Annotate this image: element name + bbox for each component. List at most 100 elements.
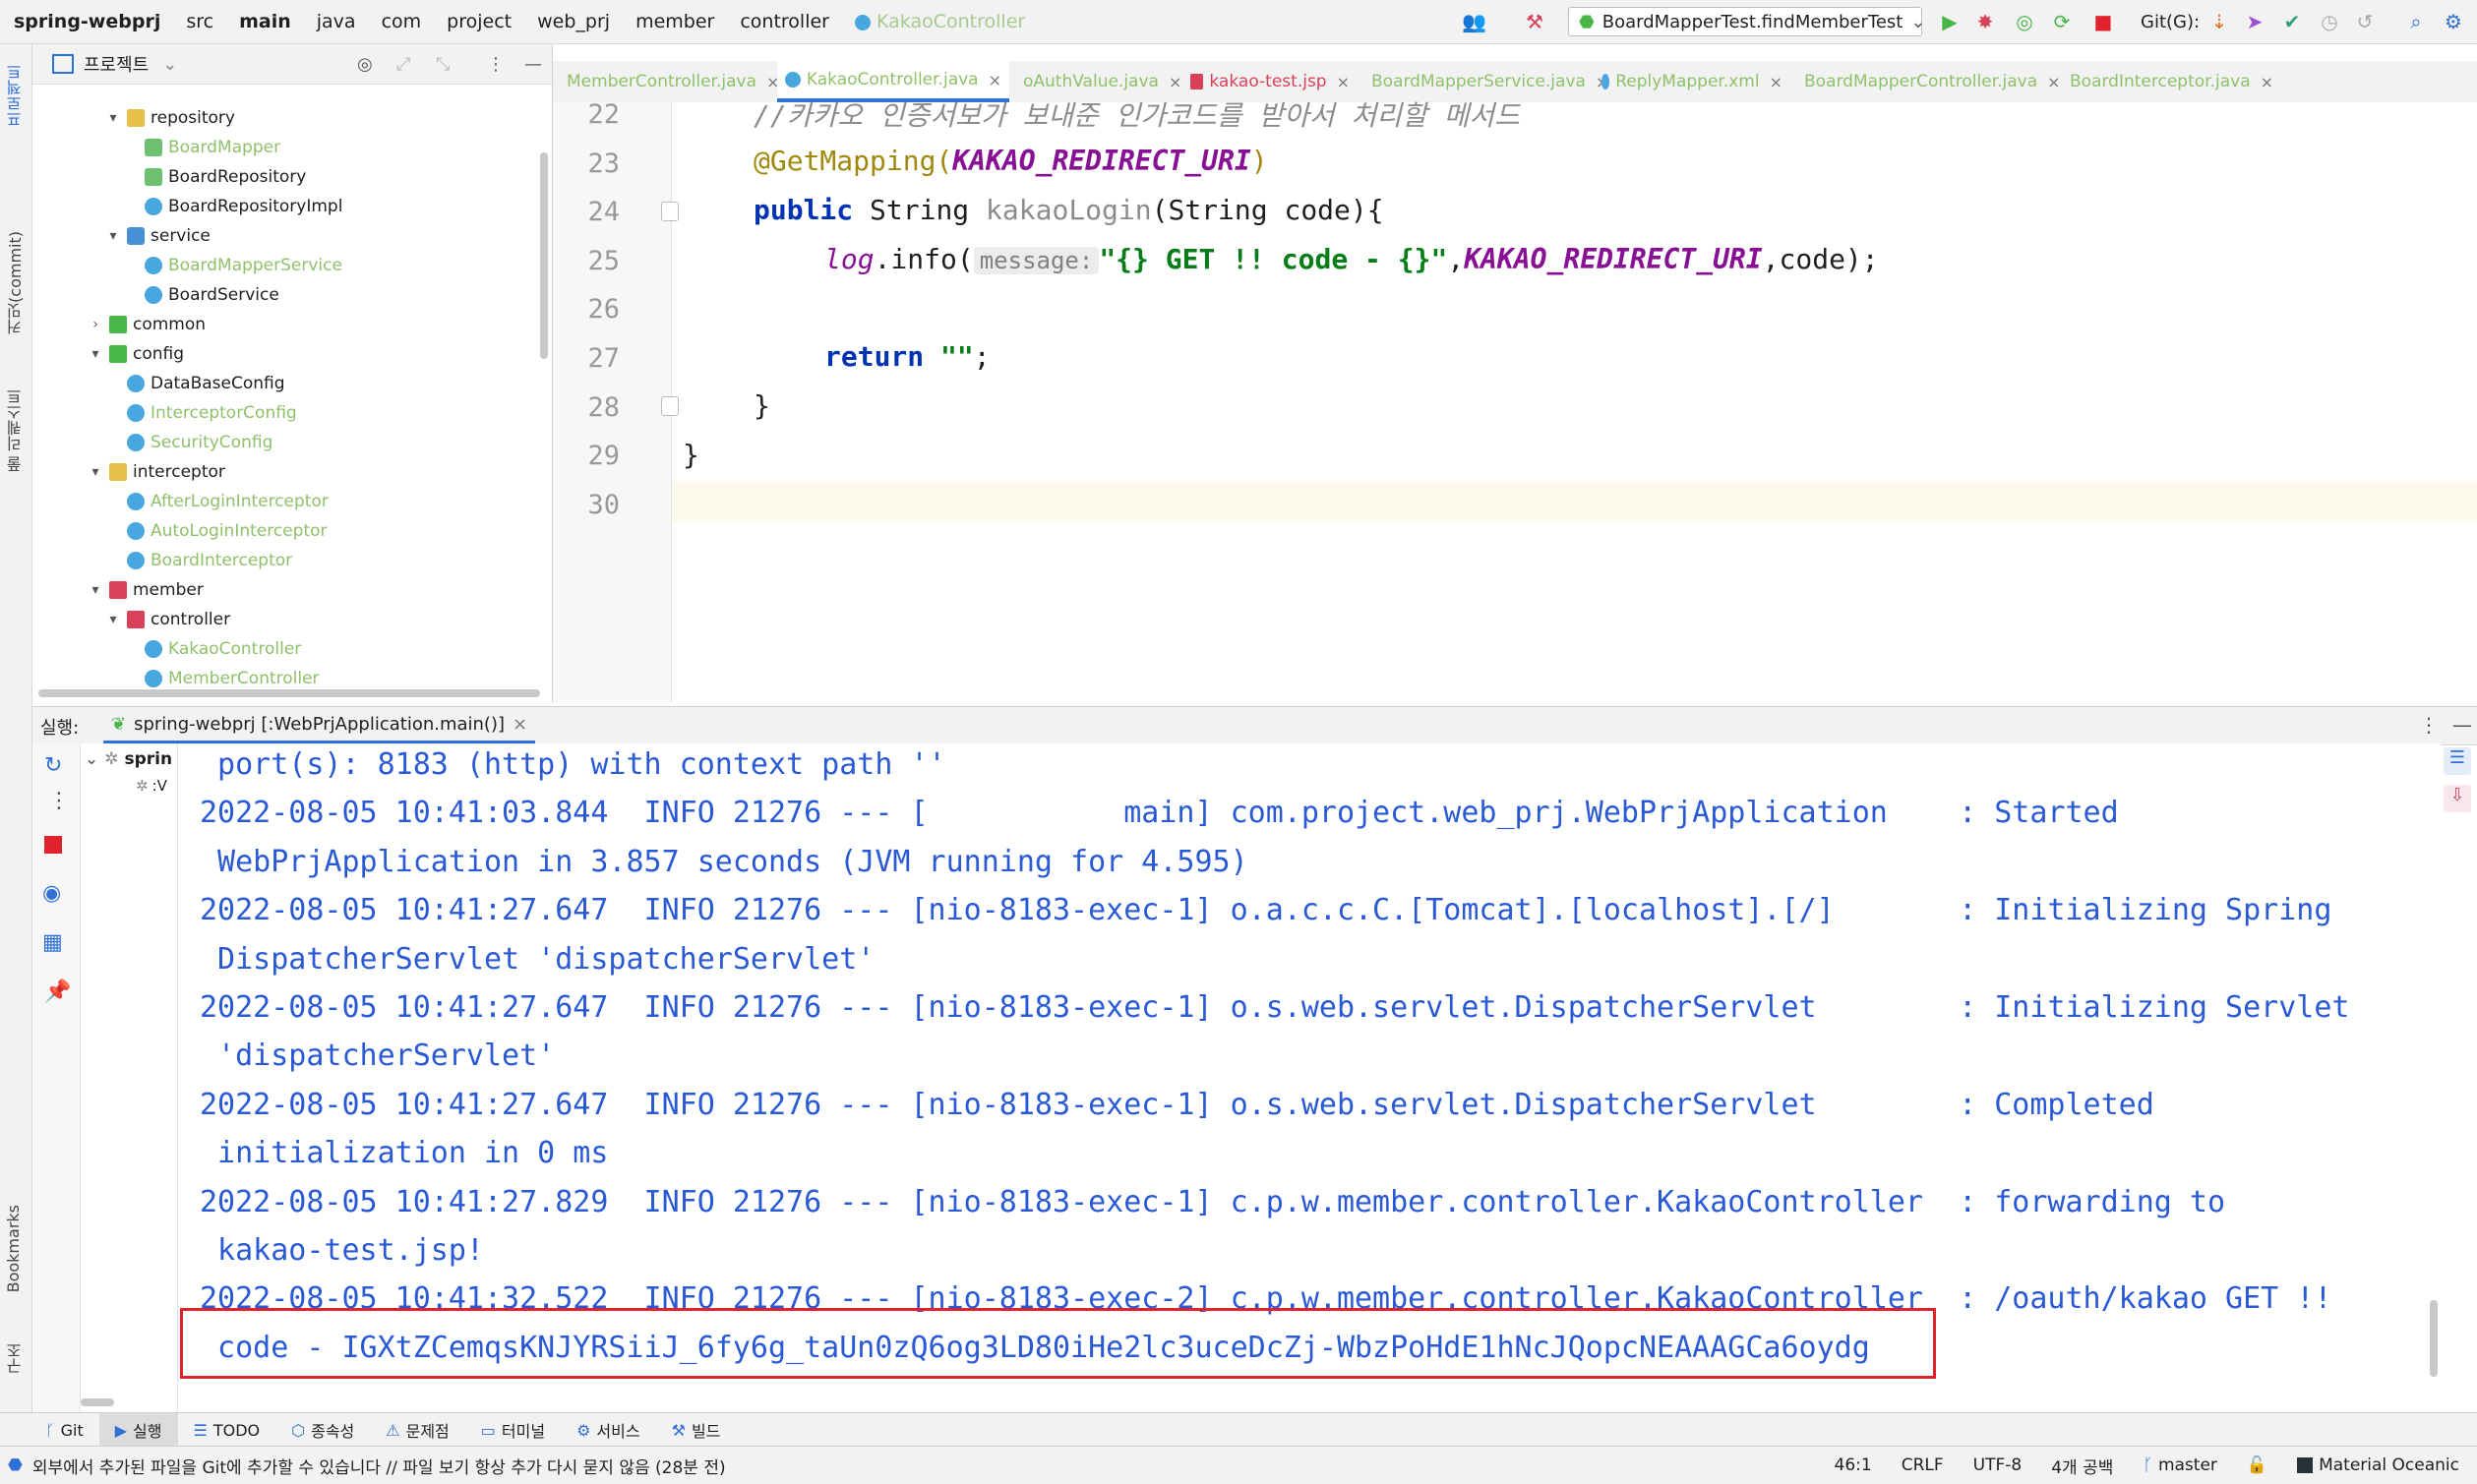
user-icon[interactable]: 👥 — [1462, 10, 1486, 33]
debug-icon[interactable]: ✸ — [1973, 10, 1997, 33]
run-config-selector[interactable]: ⬣ BoardMapperTest.findMemberTest ⌄ — [1568, 7, 1925, 36]
close-icon[interactable]: × — [1169, 73, 1181, 91]
breadcrumb-java[interactable]: java — [317, 11, 356, 32]
file-encoding[interactable]: UTF-8 — [1973, 1455, 2023, 1475]
editor-tab[interactable]: MemberController.java × — [553, 61, 779, 102]
locate-icon[interactable]: ◎ — [357, 54, 373, 75]
expand-all-icon[interactable]: ⤢ — [396, 54, 410, 75]
close-icon[interactable]: × — [1770, 73, 1782, 91]
chevron-down-icon[interactable]: ▾ — [105, 605, 121, 634]
line-separator[interactable]: CRLF — [1902, 1455, 1944, 1475]
tree-item[interactable]: DataBaseConfig — [105, 369, 285, 398]
bottom-tab[interactable]: ⚙ 서비스 — [561, 1413, 656, 1447]
bottom-tab[interactable]: ⚒ 빌드 — [656, 1413, 737, 1447]
tree-item[interactable]: BoardService — [123, 280, 279, 310]
line-number[interactable]: 27 — [561, 343, 620, 374]
soft-wrap-icon[interactable]: ☰ — [2444, 747, 2471, 775]
editor-tab[interactable]: BoardMapperController.java × — [1790, 61, 2061, 102]
breadcrumb-member[interactable]: member — [635, 11, 714, 32]
tree-item[interactable]: ▾ service — [105, 221, 210, 251]
breadcrumb-file[interactable]: KakaoController — [854, 11, 1025, 32]
pin-icon[interactable]: 📌 — [44, 979, 71, 1004]
indent-setting[interactable]: 4개 공백 — [2051, 1454, 2113, 1478]
line-number[interactable]: 24 — [561, 197, 620, 227]
more-options-icon[interactable]: ⋮ — [487, 54, 505, 75]
breadcrumb-src[interactable]: src — [186, 11, 213, 32]
code-editor[interactable] — [672, 102, 2477, 702]
settings-icon[interactable]: ⚙ — [2442, 10, 2465, 33]
coverage-icon[interactable]: ◎ — [2013, 10, 2036, 33]
tree-item[interactable]: BoardRepositoryImpl — [123, 192, 342, 221]
project-tree-scrollbar[interactable] — [540, 152, 548, 359]
fold-marker[interactable] — [661, 396, 679, 416]
tree-item[interactable]: KakaoController — [123, 634, 301, 664]
run-tab[interactable]: ❦ spring-webprj [:WebPrjApplication.main… — [103, 707, 536, 744]
close-icon[interactable]: × — [513, 714, 527, 735]
breadcrumb-controller[interactable]: controller — [740, 11, 829, 32]
search-icon[interactable]: ⌕ — [2404, 10, 2428, 33]
bottom-tab[interactable]: ☰ TODO — [178, 1413, 276, 1447]
pull-requests-tool-button[interactable]: 풀 리퀘스트 — [4, 388, 28, 472]
bottom-tab[interactable]: ▭ 터미널 — [465, 1413, 561, 1447]
breadcrumb-com[interactable]: com — [382, 11, 422, 32]
tree-item[interactable]: ▾ config — [88, 339, 184, 369]
breadcrumb-project[interactable]: spring-webprj — [14, 11, 160, 32]
line-number[interactable]: 28 — [561, 392, 620, 423]
minimize-icon[interactable]: — — [2452, 713, 2472, 737]
run-icon[interactable]: ▶ — [1938, 10, 1962, 33]
tree-item[interactable]: AfterLoginInterceptor — [105, 487, 329, 516]
hammer-icon[interactable]: ⚒ — [1523, 10, 1546, 33]
stop-icon[interactable]: ■ — [2091, 10, 2115, 33]
project-tool-button[interactable]: 프로젝트 — [4, 64, 28, 127]
run-tree-item[interactable]: ⌄ ✲ sprin — [85, 749, 172, 769]
editor-tab[interactable]: BoardInterceptor.java × — [2056, 61, 2273, 102]
git-branch[interactable]: ᚴ master — [2143, 1455, 2217, 1475]
more-options-icon[interactable]: ⋮ — [2419, 713, 2439, 737]
tree-item[interactable]: InterceptorConfig — [105, 398, 297, 428]
run-tree-h-scrollbar[interactable] — [81, 1398, 114, 1406]
run-tree-subitem[interactable]: ✲ :V — [136, 777, 167, 795]
close-icon[interactable]: × — [2261, 73, 2273, 91]
bookmarks-tool-button[interactable]: Bookmarks — [4, 1205, 23, 1292]
git-commit-icon[interactable]: ✔ — [2280, 10, 2304, 33]
chevron-down-icon[interactable]: ▾ — [105, 103, 121, 133]
tree-item[interactable]: BoardMapper — [123, 133, 280, 162]
status-message[interactable]: 외부에서 추가된 파일을 Git에 추가할 수 있습니다 // 파일 보기 항상… — [32, 1454, 726, 1478]
tree-item[interactable]: AutoLoginInterceptor — [105, 516, 328, 546]
line-number[interactable]: 29 — [561, 441, 620, 471]
more-icon[interactable]: ⋮ — [48, 789, 70, 813]
minimize-icon[interactable]: — — [524, 54, 542, 75]
scroll-to-end-icon[interactable]: ⇩ — [2444, 785, 2471, 812]
bottom-tab[interactable]: ᚴ Git — [30, 1413, 99, 1447]
structure-tool-button[interactable]: 구조 — [4, 1342, 28, 1374]
breadcrumb-web-prj[interactable]: web_prj — [537, 11, 610, 32]
close-icon[interactable]: × — [989, 71, 1001, 89]
layout-icon[interactable]: ▦ — [42, 930, 63, 955]
console-scrollbar[interactable] — [2430, 1300, 2438, 1377]
rollback-icon[interactable]: ↺ — [2353, 10, 2377, 33]
tree-item[interactable]: BoardRepository — [123, 162, 306, 192]
tree-item[interactable]: ▾ member — [88, 575, 203, 605]
chevron-down-icon[interactable]: ⌄ — [162, 54, 177, 75]
chevron-down-icon[interactable]: ▾ — [105, 221, 121, 251]
tree-item[interactable]: ▾ controller — [105, 605, 230, 634]
project-tree-h-scrollbar[interactable] — [38, 689, 540, 697]
git-update-icon[interactable]: ⇣ — [2207, 10, 2231, 33]
tree-item[interactable]: ▾ interceptor — [88, 457, 224, 487]
view-icon[interactable]: ◉ — [42, 881, 61, 906]
rerun-icon[interactable]: ↻ — [44, 753, 62, 778]
breadcrumb-project-pkg[interactable]: project — [447, 11, 512, 32]
line-number[interactable]: 23 — [561, 148, 620, 179]
project-panel-title[interactable]: 프로젝트 — [84, 51, 149, 77]
tree-item[interactable]: BoardMapperService — [123, 251, 342, 280]
close-icon[interactable]: × — [1337, 73, 1350, 91]
git-push-icon[interactable]: ➤ — [2243, 10, 2266, 33]
bottom-tab[interactable]: ▶ 실행 — [98, 1413, 178, 1447]
commit-tool-button[interactable]: 커밋(commit) — [4, 231, 28, 334]
line-number[interactable]: 30 — [561, 490, 620, 520]
history-icon[interactable]: ◷ — [2318, 10, 2341, 33]
chevron-down-icon[interactable]: ▾ — [88, 457, 103, 487]
caret-position[interactable]: 46:1 — [1835, 1455, 1872, 1475]
theme-indicator[interactable]: Material Oceanic — [2297, 1455, 2459, 1475]
tree-item[interactable]: › common — [88, 310, 206, 339]
